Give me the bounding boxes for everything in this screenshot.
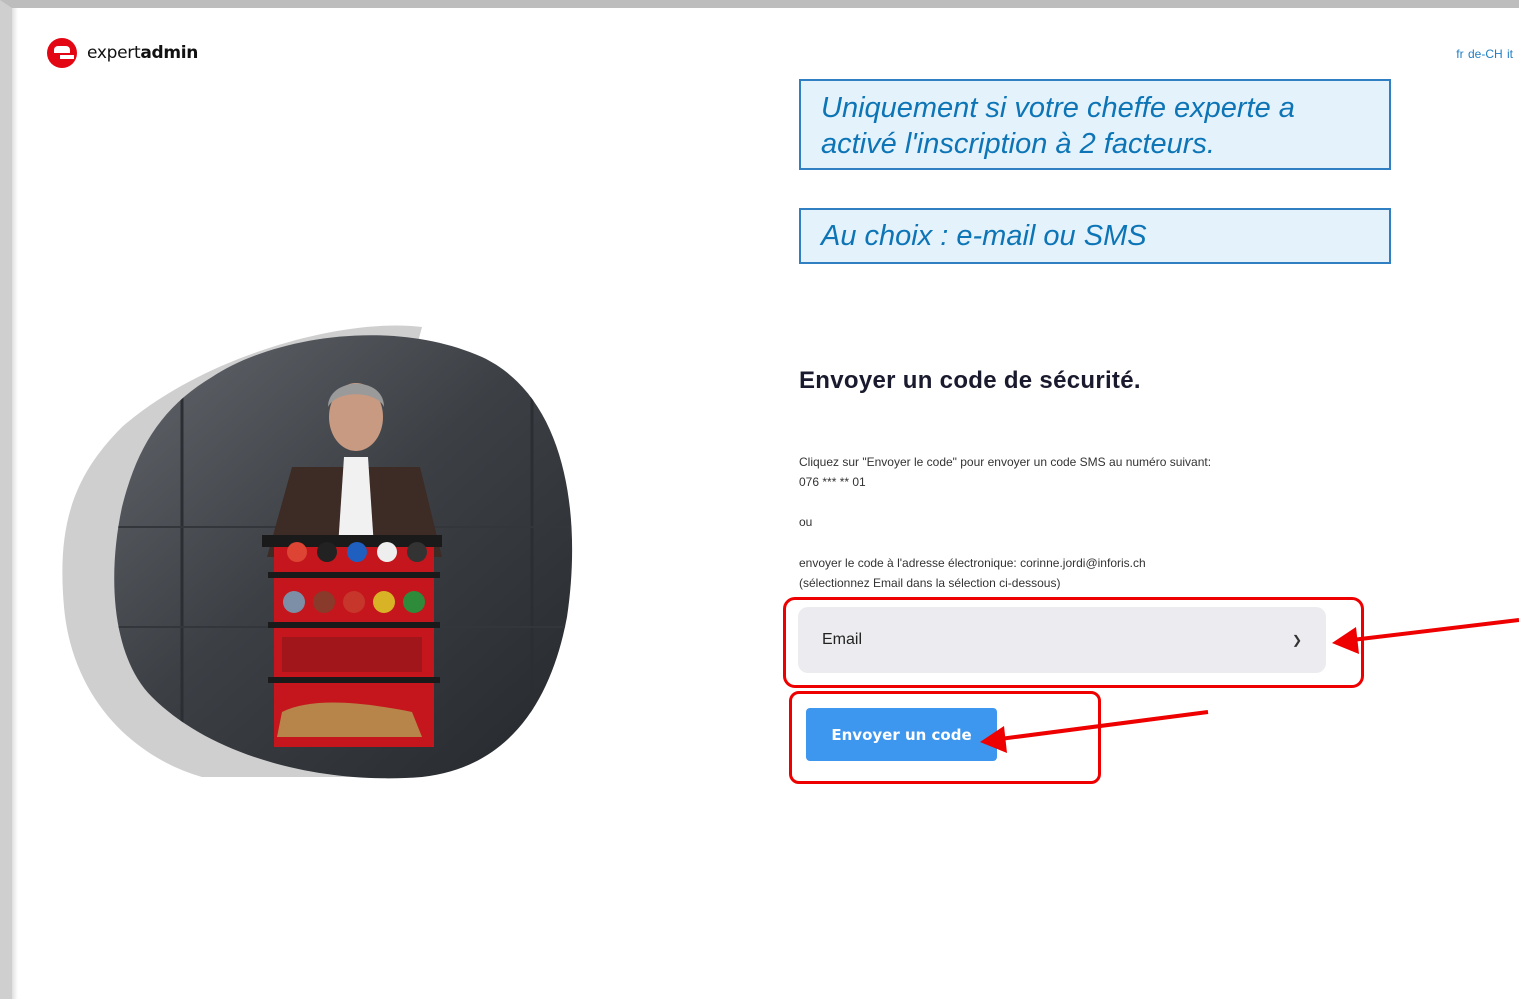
lang-it[interactable]: it (1507, 47, 1513, 61)
logo-text-bold: admin (140, 43, 199, 63)
annotation-2fa-note: Uniquement si votre cheffe experte a act… (799, 79, 1391, 170)
logo-text: expertadmin (87, 43, 198, 63)
or-text: ou (799, 515, 813, 529)
select-value: Email (822, 631, 863, 648)
brand-logo[interactable]: expertadmin (47, 38, 198, 68)
lang-de-ch[interactable]: de-CH (1468, 47, 1503, 61)
send-code-button[interactable]: Envoyer un code (806, 708, 997, 761)
frame-shadow (12, 8, 18, 999)
logo-text-light: expert (87, 43, 141, 63)
hero-photo (62, 325, 573, 779)
lang-fr[interactable]: fr (1456, 47, 1463, 61)
sms-instruction-text: Cliquez sur "Envoyer le code" pour envoy… (799, 455, 1212, 489)
page-title: Envoyer un code de sécurité. (799, 367, 1141, 394)
email-instruction-text: envoyer le code à l'adresse électronique… (799, 556, 1146, 590)
annotation-choice-note: Au choix : e-mail ou SMS (799, 208, 1391, 264)
language-switcher: fr de-CH it (1455, 47, 1513, 61)
chevron-down-icon: ❯ (1291, 633, 1302, 647)
verification-method-select[interactable]: Email ❯ (798, 607, 1326, 673)
logo-e-icon (47, 38, 77, 68)
